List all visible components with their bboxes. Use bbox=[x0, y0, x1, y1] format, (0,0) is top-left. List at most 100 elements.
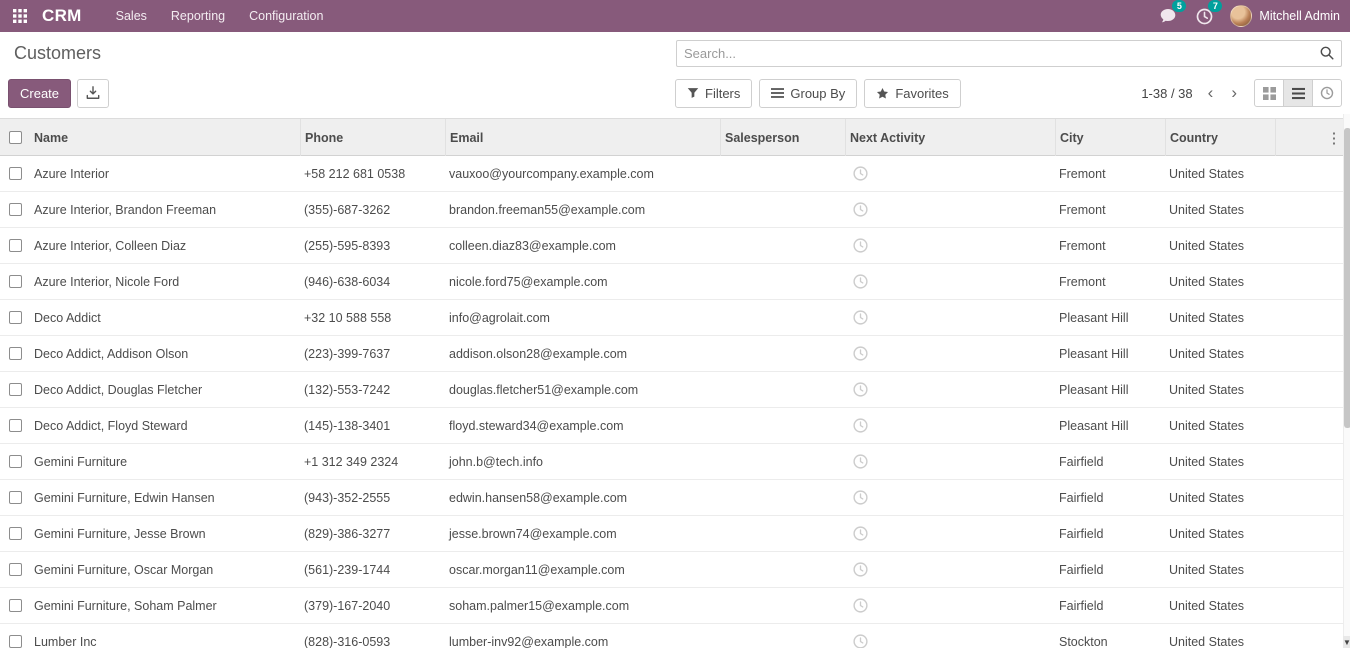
row-checkbox[interactable] bbox=[9, 419, 22, 432]
table-row[interactable]: Deco Addict, Douglas Fletcher (132)-553-… bbox=[0, 372, 1343, 408]
search-box[interactable] bbox=[676, 40, 1342, 67]
table-row[interactable]: Lumber Inc (828)-316-0593 lumber-inv92@e… bbox=[0, 624, 1343, 648]
table-row[interactable]: Gemini Furniture +1 312 349 2324 john.b@… bbox=[0, 444, 1343, 480]
select-all-checkbox[interactable] bbox=[0, 119, 30, 156]
row-checkbox[interactable] bbox=[9, 599, 22, 612]
menu-configuration[interactable]: Configuration bbox=[237, 0, 335, 32]
activities-count-badge: 7 bbox=[1208, 0, 1222, 12]
scroll-down-arrow-icon[interactable]: ▼ bbox=[1343, 636, 1350, 648]
apps-menu-icon[interactable] bbox=[10, 6, 30, 26]
table-row[interactable]: Deco Addict +32 10 588 558 info@agrolait… bbox=[0, 300, 1343, 336]
cell-country: United States bbox=[1165, 347, 1275, 361]
row-checkbox[interactable] bbox=[9, 635, 22, 648]
list-view-button[interactable] bbox=[1283, 79, 1313, 107]
user-name: Mitchell Admin bbox=[1259, 9, 1340, 23]
column-header-salesperson[interactable]: Salesperson bbox=[720, 119, 845, 156]
pager-value[interactable]: 1-38 / 38 bbox=[1141, 86, 1192, 101]
column-header-phone[interactable]: Phone bbox=[300, 119, 445, 156]
table-row[interactable]: Azure Interior, Nicole Ford (946)-638-60… bbox=[0, 264, 1343, 300]
menu-sales[interactable]: Sales bbox=[104, 0, 159, 32]
cell-email: brandon.freeman55@example.com bbox=[445, 203, 720, 217]
clock-icon[interactable] bbox=[853, 274, 868, 289]
column-header-country[interactable]: Country bbox=[1165, 119, 1275, 156]
filters-button[interactable]: Filters bbox=[675, 79, 752, 108]
export-icon[interactable] bbox=[77, 79, 109, 108]
kanban-view-button[interactable] bbox=[1254, 79, 1284, 107]
clock-icon[interactable] bbox=[853, 454, 868, 469]
cell-city: Fremont bbox=[1055, 275, 1165, 289]
row-checkbox[interactable] bbox=[9, 455, 22, 468]
clock-icon[interactable] bbox=[853, 238, 868, 253]
table-row[interactable]: Gemini Furniture, Jesse Brown (829)-386-… bbox=[0, 516, 1343, 552]
app-title[interactable]: CRM bbox=[42, 6, 82, 26]
cell-country: United States bbox=[1165, 167, 1275, 181]
cell-name: Gemini Furniture, Oscar Morgan bbox=[30, 563, 300, 577]
scrollbar-thumb[interactable] bbox=[1344, 128, 1350, 428]
column-header-city[interactable]: City bbox=[1055, 119, 1165, 156]
clock-icon[interactable] bbox=[853, 346, 868, 361]
clock-icon[interactable] bbox=[853, 202, 868, 217]
user-menu[interactable]: Mitchell Admin bbox=[1230, 5, 1340, 27]
search-options: Filters Group By Favorites bbox=[675, 79, 961, 108]
cell-city: Fairfield bbox=[1055, 527, 1165, 541]
row-checkbox[interactable] bbox=[9, 203, 22, 216]
cell-country: United States bbox=[1165, 419, 1275, 433]
activity-view-button[interactable] bbox=[1312, 79, 1342, 107]
clock-icon[interactable] bbox=[853, 418, 868, 433]
row-checkbox[interactable] bbox=[9, 347, 22, 360]
column-header-email[interactable]: Email bbox=[445, 119, 720, 156]
clock-icon[interactable] bbox=[853, 634, 868, 648]
table-row[interactable]: Azure Interior, Colleen Diaz (255)-595-8… bbox=[0, 228, 1343, 264]
cell-next-activity bbox=[845, 238, 1055, 253]
clock-icon[interactable] bbox=[853, 598, 868, 613]
clock-icon[interactable] bbox=[853, 310, 868, 325]
cell-phone: (379)-167-2040 bbox=[300, 599, 445, 613]
group-by-button[interactable]: Group By bbox=[759, 79, 857, 108]
cell-country: United States bbox=[1165, 599, 1275, 613]
table-row[interactable]: Azure Interior +58 212 681 0538 vauxoo@y… bbox=[0, 156, 1343, 192]
column-header-next-activity[interactable]: Next Activity bbox=[845, 119, 1055, 156]
pager-next-icon[interactable]: › bbox=[1222, 79, 1246, 107]
cell-email: info@agrolait.com bbox=[445, 311, 720, 325]
cell-phone: (828)-316-0593 bbox=[300, 635, 445, 648]
clock-icon[interactable] bbox=[853, 382, 868, 397]
table-row[interactable]: Deco Addict, Floyd Steward (145)-138-340… bbox=[0, 408, 1343, 444]
menu-reporting[interactable]: Reporting bbox=[159, 0, 237, 32]
messages-count-badge: 5 bbox=[1172, 0, 1186, 12]
clock-icon[interactable] bbox=[853, 490, 868, 505]
search-input[interactable] bbox=[684, 46, 1320, 61]
table-row[interactable]: Gemini Furniture, Oscar Morgan (561)-239… bbox=[0, 552, 1343, 588]
cell-name: Deco Addict, Floyd Steward bbox=[30, 419, 300, 433]
row-checkbox[interactable] bbox=[9, 527, 22, 540]
cell-city: Fairfield bbox=[1055, 563, 1165, 577]
cell-name: Gemini Furniture, Edwin Hansen bbox=[30, 491, 300, 505]
favorites-button[interactable]: Favorites bbox=[864, 79, 960, 108]
clock-icon[interactable] bbox=[853, 526, 868, 541]
table-row[interactable]: Azure Interior, Brandon Freeman (355)-68… bbox=[0, 192, 1343, 228]
control-panel: Customers Create Filters Group By Favori… bbox=[0, 32, 1350, 118]
messages-icon[interactable]: 5 bbox=[1158, 6, 1178, 26]
row-checkbox[interactable] bbox=[9, 563, 22, 576]
row-checkbox[interactable] bbox=[9, 491, 22, 504]
table-header-row: Name Phone Email Salesperson Next Activi… bbox=[0, 119, 1343, 156]
activities-icon[interactable]: 7 bbox=[1194, 6, 1214, 26]
app-menu: Sales Reporting Configuration bbox=[104, 0, 336, 32]
row-checkbox[interactable] bbox=[9, 275, 22, 288]
cell-email: oscar.morgan11@example.com bbox=[445, 563, 720, 577]
table-row[interactable]: Deco Addict, Addison Olson (223)-399-763… bbox=[0, 336, 1343, 372]
pager-previous-icon[interactable]: ‹ bbox=[1199, 79, 1223, 107]
search-icon[interactable] bbox=[1320, 46, 1334, 60]
clock-icon[interactable] bbox=[853, 562, 868, 577]
optional-columns-toggle[interactable]: ⋮ bbox=[1325, 119, 1343, 156]
table-row[interactable]: Gemini Furniture, Edwin Hansen (943)-352… bbox=[0, 480, 1343, 516]
clock-icon[interactable] bbox=[853, 166, 868, 181]
row-checkbox[interactable] bbox=[9, 167, 22, 180]
vertical-scrollbar[interactable]: ▼ bbox=[1343, 114, 1350, 648]
create-button[interactable]: Create bbox=[8, 79, 71, 108]
row-checkbox[interactable] bbox=[9, 239, 22, 252]
row-checkbox[interactable] bbox=[9, 383, 22, 396]
row-checkbox[interactable] bbox=[9, 311, 22, 324]
cell-name: Azure Interior, Brandon Freeman bbox=[30, 203, 300, 217]
table-row[interactable]: Gemini Furniture, Soham Palmer (379)-167… bbox=[0, 588, 1343, 624]
column-header-name[interactable]: Name bbox=[30, 119, 300, 156]
